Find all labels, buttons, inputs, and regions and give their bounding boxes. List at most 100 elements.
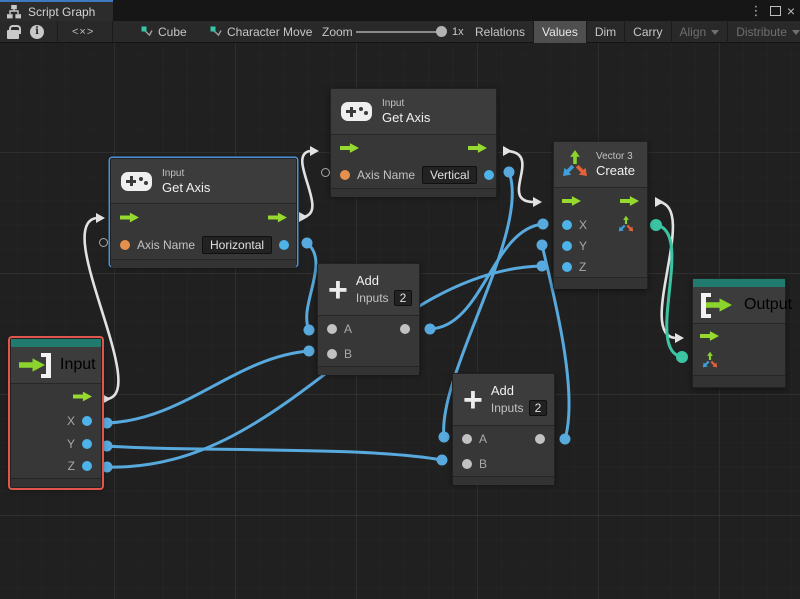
info-button[interactable] xyxy=(30,21,44,43)
zoom-slider-track[interactable] xyxy=(356,31,442,33)
flow-out-arrow-icon[interactable] xyxy=(468,143,487,154)
flow-in-arrow-icon[interactable] xyxy=(700,331,719,342)
node-title: Get Axis xyxy=(382,110,430,125)
edit-graph-button[interactable]: <×> xyxy=(72,21,94,43)
maximize-icon[interactable] xyxy=(767,0,783,21)
port-z-output[interactable] xyxy=(82,461,92,471)
port-z-input[interactable] xyxy=(562,262,572,272)
port-x-input[interactable] xyxy=(562,220,572,230)
graph-io-bar xyxy=(11,339,101,347)
values-button[interactable]: Values xyxy=(534,21,587,43)
node-input[interactable]: Input X Y Z xyxy=(10,338,102,488)
node-title: Output xyxy=(744,296,792,314)
node-title: Add xyxy=(356,273,412,288)
node-title: Add xyxy=(491,383,547,398)
breadcrumb-label: Cube xyxy=(158,25,187,39)
node-footer xyxy=(11,478,101,487)
script-graph-window: Script Graph ⋮ × <×> Cube Character Move… xyxy=(0,0,800,599)
port-a-input[interactable] xyxy=(327,324,337,334)
lock-button[interactable] xyxy=(7,21,19,43)
chevron-down-icon xyxy=(792,30,800,35)
tab-script-graph[interactable]: Script Graph xyxy=(0,0,113,21)
tab-label: Script Graph xyxy=(28,5,95,19)
flow-out-arrow-icon[interactable] xyxy=(620,196,639,207)
info-icon xyxy=(30,25,44,39)
port-b-input[interactable] xyxy=(462,459,472,469)
node-footer xyxy=(318,366,419,375)
node-footer xyxy=(693,375,785,387)
port-label: Axis Name xyxy=(357,168,415,182)
node-vector3-create[interactable]: Vector 3 Create X Y Z xyxy=(553,141,648,289)
flow-in-arrow-icon[interactable] xyxy=(120,212,139,223)
graph-unit-icon xyxy=(210,26,222,38)
zoom-label: Zoom xyxy=(322,21,353,43)
gamepad-icon xyxy=(121,172,152,191)
port-result-output[interactable] xyxy=(484,170,494,180)
distribute-dropdown[interactable]: Distribute xyxy=(728,21,800,43)
axis-name-value-input[interactable]: Horizontal xyxy=(202,236,272,254)
port-a-input[interactable] xyxy=(462,434,472,444)
toolbar-separator xyxy=(112,21,113,43)
port-axis-name-input[interactable] xyxy=(340,170,350,180)
input-icon xyxy=(19,353,51,378)
chevron-down-icon xyxy=(711,30,719,35)
graph-toolbar: <×> Cube Character Move Zoom 1x Relation… xyxy=(0,21,800,43)
relations-button[interactable]: Relations xyxy=(467,21,534,43)
align-dropdown[interactable]: Align xyxy=(672,21,729,43)
gamepad-icon xyxy=(341,102,372,121)
toolbar-separator xyxy=(57,21,58,43)
axis-name-value-input[interactable]: Vertical xyxy=(422,166,477,184)
port-label: Axis Name xyxy=(137,238,195,252)
toolbar-toggle-group: Relations Values Dim Carry Align Distrib… xyxy=(467,21,800,43)
port-label: Y xyxy=(67,437,75,451)
port-sum-output[interactable] xyxy=(400,324,410,334)
lock-icon xyxy=(7,30,19,39)
vector3-input-icon[interactable] xyxy=(702,352,718,368)
node-title: Create xyxy=(596,163,635,178)
port-label: B xyxy=(344,347,352,361)
port-sum-output[interactable] xyxy=(535,434,545,444)
port-y-input[interactable] xyxy=(562,241,572,251)
port-result-output[interactable] xyxy=(279,240,289,250)
inputs-count-input[interactable]: 2 xyxy=(394,290,413,306)
port-b-input[interactable] xyxy=(327,349,337,359)
plus-icon: + xyxy=(328,277,348,303)
zoom-slider-knob[interactable] xyxy=(436,26,447,37)
node-footer xyxy=(554,277,647,289)
port-label: B xyxy=(479,457,487,471)
close-icon[interactable]: × xyxy=(783,0,799,21)
port-y-output[interactable] xyxy=(82,439,92,449)
node-title: Get Axis xyxy=(162,180,210,195)
port-axis-name-input[interactable] xyxy=(120,240,130,250)
inputs-count-input[interactable]: 2 xyxy=(529,400,548,416)
node-subtitle: Input xyxy=(162,168,210,179)
breadcrumb-character-move[interactable]: Character Move xyxy=(210,21,312,43)
flow-out-arrow-icon[interactable] xyxy=(268,212,287,223)
node-subtitle: Input xyxy=(382,98,430,109)
window-title-strip: Script Graph ⋮ × xyxy=(0,0,800,21)
port-label: A xyxy=(479,432,487,446)
node-get-axis-vertical[interactable]: Input Get Axis Axis Name Vertical xyxy=(330,88,497,196)
port-label: X xyxy=(67,414,75,428)
carry-button[interactable]: Carry xyxy=(625,21,671,43)
node-footer xyxy=(453,476,554,485)
empty-socket-ring[interactable] xyxy=(99,238,108,247)
flow-in-arrow-icon[interactable] xyxy=(340,143,359,154)
empty-socket-ring[interactable] xyxy=(321,168,330,177)
window-menu-icon[interactable]: ⋮ xyxy=(748,0,764,21)
dim-button[interactable]: Dim xyxy=(587,21,625,43)
flow-out-arrow-icon[interactable] xyxy=(73,391,92,402)
port-label: A xyxy=(344,322,352,336)
vector3-output-icon[interactable] xyxy=(618,216,634,232)
node-add-1[interactable]: + Add Inputs 2 A B xyxy=(317,263,420,373)
port-x-output[interactable] xyxy=(82,416,92,426)
breadcrumb-label: Character Move xyxy=(227,25,312,39)
node-get-axis-horizontal[interactable]: Input Get Axis Axis Name Horizontal xyxy=(110,158,297,266)
node-add-2[interactable]: + Add Inputs 2 A B xyxy=(452,373,555,483)
node-footer xyxy=(111,259,296,268)
port-label: Z xyxy=(579,260,586,274)
node-output[interactable]: Output xyxy=(692,278,786,388)
flow-in-arrow-icon[interactable] xyxy=(562,196,581,207)
breadcrumb-cube[interactable]: Cube xyxy=(141,21,187,43)
graph-io-bar xyxy=(693,279,785,287)
